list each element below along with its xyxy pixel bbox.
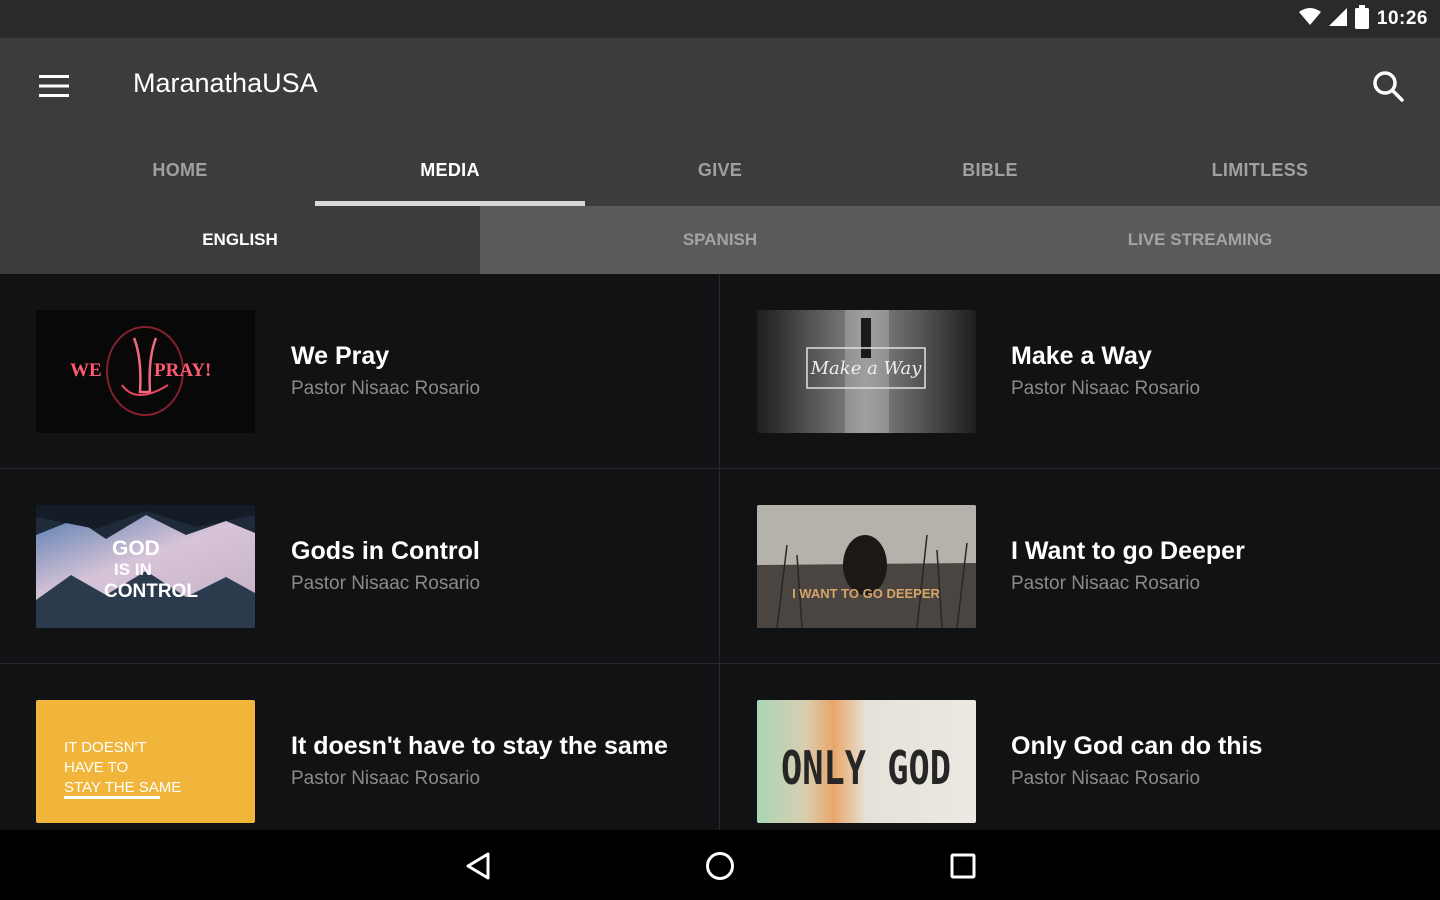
tab-home[interactable]: HOME <box>45 134 315 206</box>
back-icon[interactable] <box>454 842 502 890</box>
thumb-text-line2: HAVE TO <box>64 759 128 776</box>
status-bar: 10:26 <box>0 0 1440 38</box>
language-tabs: ENGLISH SPANISH LIVE STREAMING <box>0 206 1440 274</box>
battery-icon <box>1354 4 1369 34</box>
status-icons: 10:26 <box>1298 0 1428 38</box>
thumbnail-only-god: ONLY GOD <box>757 700 976 823</box>
status-time: 10:26 <box>1376 8 1428 29</box>
tab-media[interactable]: MEDIA <box>315 134 585 206</box>
item-subtitle: Pastor Nisaac Rosario <box>1011 768 1201 789</box>
media-item[interactable]: WE PRAY! We Pray Pastor Nisaac Rosario <box>0 274 720 469</box>
subtab-live-streaming[interactable]: LIVE STREAMING <box>960 206 1440 274</box>
app-title: MaranathaUSA <box>133 68 318 98</box>
main-tabs: HOME MEDIA GIVE BIBLE LIMITLESS <box>0 134 1440 206</box>
item-subtitle: Pastor Nisaac Rosario <box>291 378 481 399</box>
thumbnail-we-pray: WE PRAY! <box>36 310 255 433</box>
thumbnail-go-deeper: I WANT TO GO DEEPER <box>757 505 976 628</box>
app-bar: MaranathaUSA <box>0 38 1440 134</box>
thumb-text-we: WE <box>70 360 102 381</box>
item-title: I Want to go Deeper <box>1011 537 1245 565</box>
home-icon[interactable] <box>696 842 744 890</box>
media-item[interactable]: IT DOESN'T HAVE TO STAY THE SAME It does… <box>0 664 720 830</box>
thumb-text-make-a-way: Make a Way <box>810 358 923 379</box>
thumb-text-is-in: IS IN <box>114 560 152 579</box>
item-subtitle: Pastor Nisaac Rosario <box>1011 573 1201 594</box>
thumb-text-go-deeper: I WANT TO GO DEEPER <box>792 586 940 601</box>
item-title: It doesn't have to stay the same <box>291 732 668 760</box>
media-item[interactable]: ONLY GOD Only God can do this Pastor Nis… <box>720 664 1440 830</box>
media-item[interactable]: I WANT TO GO DEEPER I Want to go Deeper … <box>720 469 1440 664</box>
item-subtitle: Pastor Nisaac Rosario <box>1011 378 1201 399</box>
wifi-icon <box>1298 7 1321 31</box>
item-subtitle: Pastor Nisaac Rosario <box>291 768 481 789</box>
tab-limitless[interactable]: LIMITLESS <box>1125 134 1395 206</box>
thumb-text-control: CONTROL <box>104 581 198 602</box>
system-nav-bar <box>0 830 1440 900</box>
subtab-english[interactable]: ENGLISH <box>0 206 480 274</box>
tab-bible[interactable]: BIBLE <box>855 134 1125 206</box>
thumb-text-god: GOD <box>112 537 160 560</box>
item-subtitle: Pastor Nisaac Rosario <box>291 573 481 594</box>
media-item[interactable]: Make a Way Make a Way Pastor Nisaac Rosa… <box>720 274 1440 469</box>
media-grid: WE PRAY! We Pray Pastor Nisaac Rosario M… <box>0 274 1440 830</box>
subtab-spanish[interactable]: SPANISH <box>480 206 960 274</box>
thumbnail-make-a-way: Make a Way <box>757 310 976 433</box>
recents-icon[interactable] <box>939 842 987 890</box>
thumbnail-gods-in-control: GOD IS IN CONTROL <box>36 505 255 628</box>
item-title: We Pray <box>291 342 390 370</box>
thumb-text-only-god: ONLY GOD <box>781 741 951 795</box>
item-title: Only God can do this <box>1011 732 1263 760</box>
thumb-text-line3: STAY THE SAME <box>64 779 181 796</box>
media-item[interactable]: GOD IS IN CONTROL Gods in Control Pastor… <box>0 469 720 664</box>
signal-icon <box>1328 7 1347 31</box>
thumb-text-pray: PRAY! <box>154 360 211 381</box>
item-title: Make a Way <box>1011 342 1152 370</box>
search-icon[interactable] <box>1364 62 1412 110</box>
hamburger-menu-icon[interactable] <box>28 64 80 108</box>
thumb-text-line1: IT DOESN'T <box>64 739 147 756</box>
item-title: Gods in Control <box>291 537 480 565</box>
thumbnail-stay-the-same: IT DOESN'T HAVE TO STAY THE SAME <box>36 700 255 823</box>
tab-give[interactable]: GIVE <box>585 134 855 206</box>
